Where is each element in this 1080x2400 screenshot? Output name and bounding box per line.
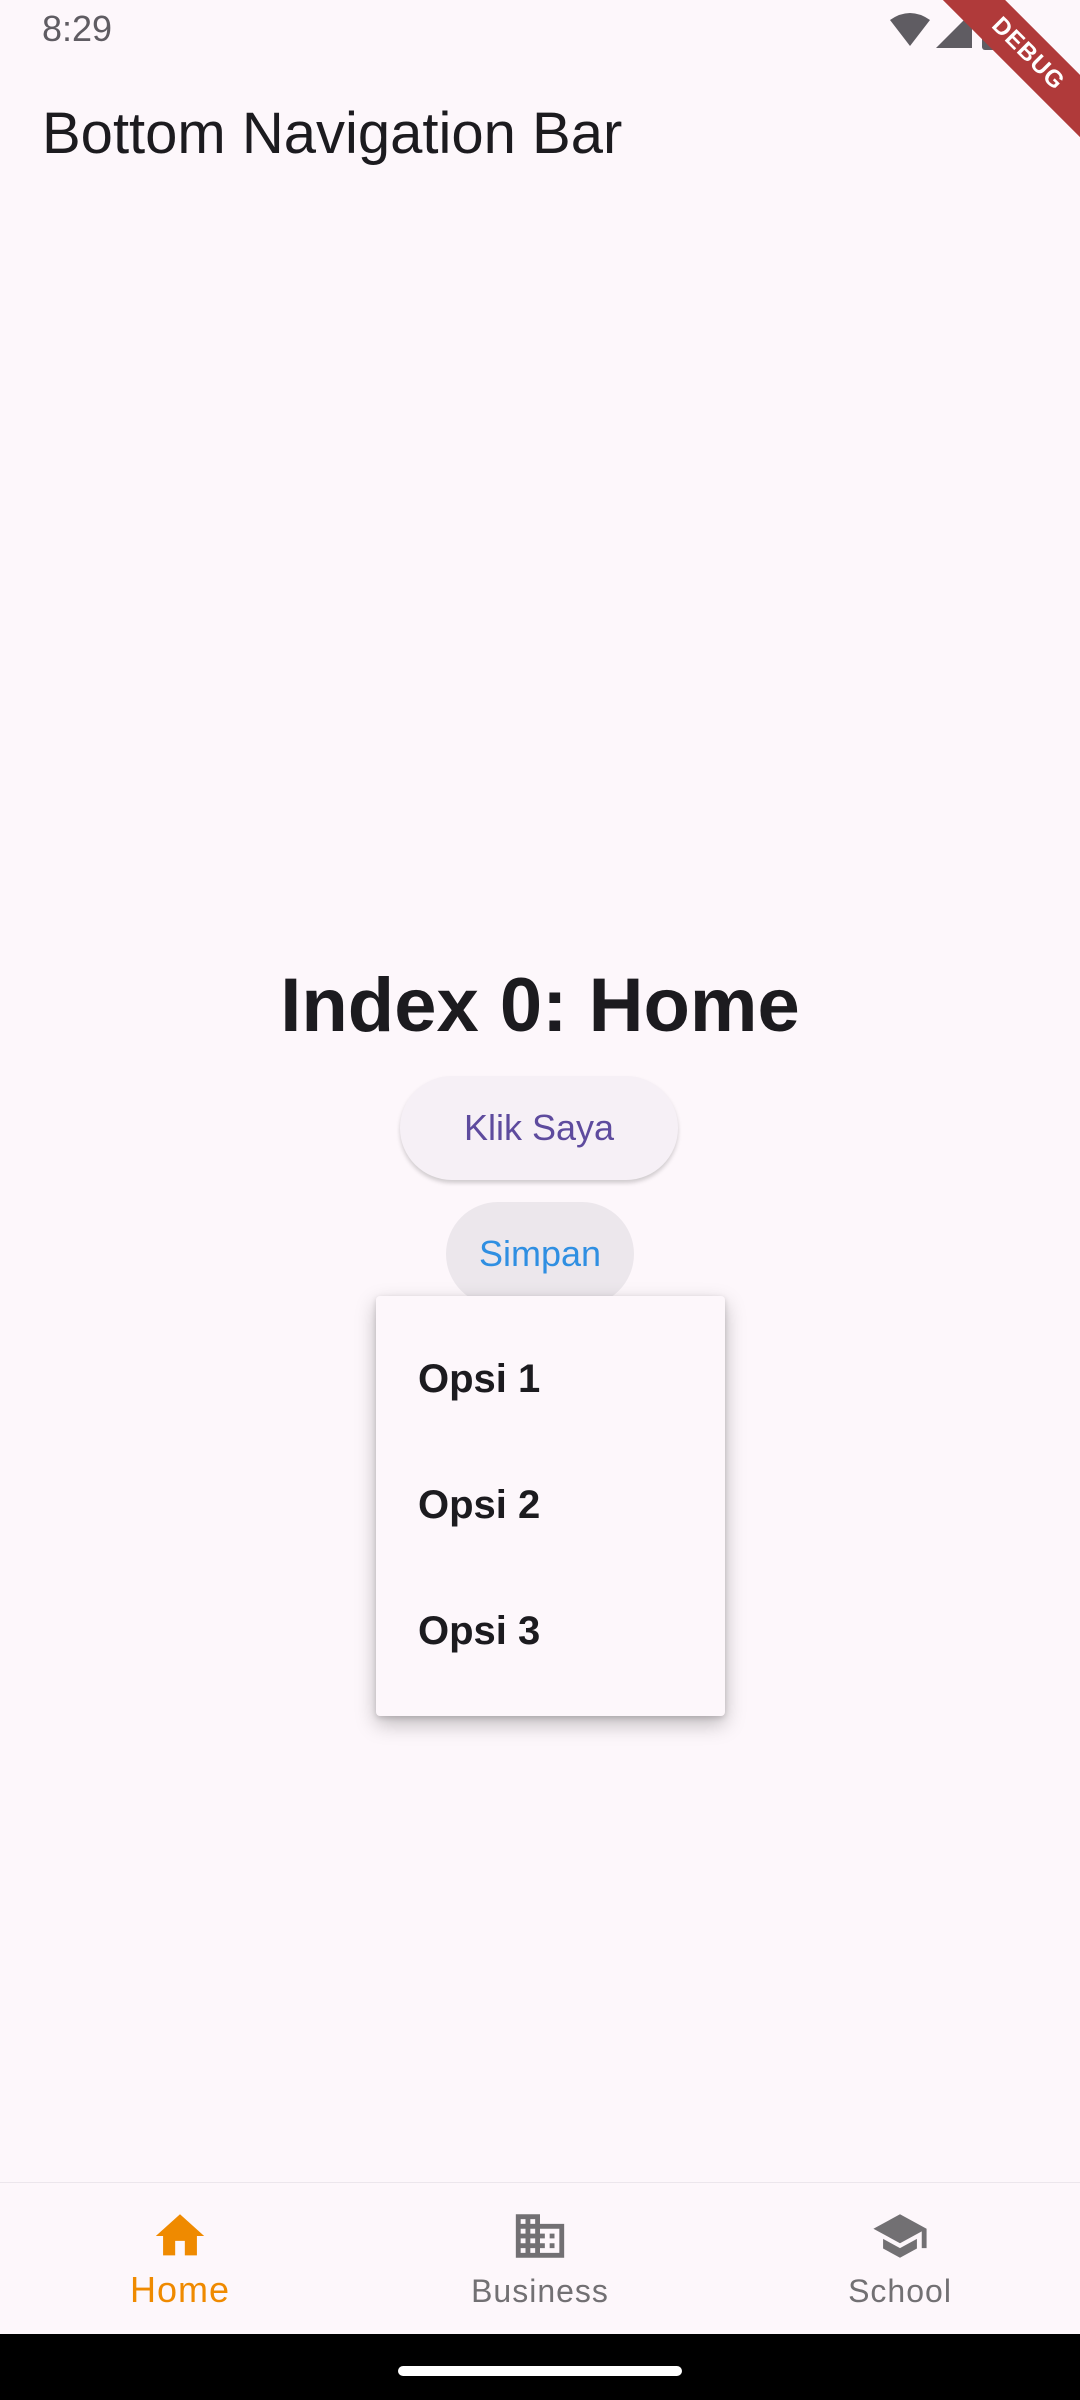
school-icon: [873, 2214, 927, 2258]
nav-item-school[interactable]: School: [800, 2207, 1000, 2327]
signal-icon: [936, 12, 972, 48]
nav-item-home[interactable]: Home: [80, 2207, 280, 2327]
nav-label-home: Home: [129, 2269, 231, 2310]
business-icon: [515, 2214, 565, 2258]
system-navigation-bar: [0, 2334, 1080, 2400]
menu-item-opsi-3[interactable]: Opsi 3: [376, 1568, 725, 1694]
wifi-icon: [890, 13, 930, 46]
home-indicator[interactable]: [398, 2366, 682, 2376]
page-heading: Index 0: Home: [280, 963, 800, 1048]
nav-label-business: Business: [471, 2273, 609, 2309]
app-screen: 8:29 DEBUG Bottom Navigation Bar Index 0…: [0, 0, 1080, 2400]
status-bar: 8:29: [0, 0, 1080, 62]
home-icon: [155, 2214, 205, 2256]
klik-saya-button[interactable]: Klik Saya: [400, 1076, 678, 1180]
status-icons: [890, 12, 1020, 52]
menu-item-opsi-2[interactable]: Opsi 2: [376, 1442, 725, 1568]
nav-item-business[interactable]: Business: [440, 2207, 640, 2327]
bottom-navigation-bar: Home Business School: [0, 2182, 1080, 2334]
app-bar-title: Bottom Navigation Bar: [42, 101, 623, 166]
status-time: 8:29: [42, 8, 113, 49]
menu-item-opsi-1[interactable]: Opsi 1: [376, 1316, 725, 1442]
nav-label-school: School: [848, 2273, 952, 2309]
simpan-button[interactable]: Simpan: [446, 1202, 634, 1306]
dropdown-menu: Opsi 1 Opsi 2 Opsi 3: [376, 1296, 725, 1716]
battery-icon: [982, 12, 1004, 50]
